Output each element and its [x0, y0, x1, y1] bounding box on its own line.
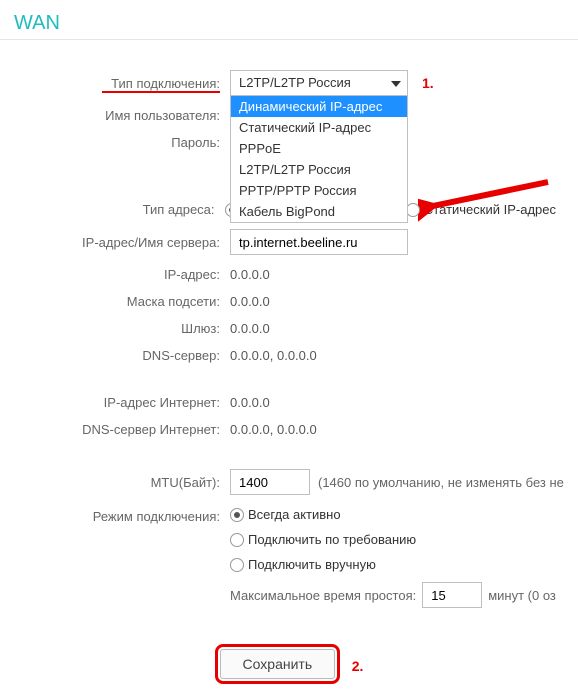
option-bigpond[interactable]: Кабель BigPond [231, 201, 407, 222]
option-l2tp[interactable]: L2TP/L2TP Россия [231, 159, 407, 180]
server-label: IP-адрес/Имя сервера: [10, 235, 230, 250]
ip-inet-value: 0.0.0.0 [230, 395, 568, 410]
mode-label: Режим подключения: [10, 507, 230, 524]
ip-row: IP-адрес: 0.0.0.0 [10, 267, 568, 282]
annotation-outline: Сохранить [215, 644, 341, 684]
radio-mode-manual[interactable]: Подключить вручную [230, 557, 376, 572]
option-pptp[interactable]: PPTP/PPTP Россия [231, 180, 407, 201]
mode-row: Режим подключения: Всегда активно Подклю… [10, 507, 568, 608]
connection-type-label: Тип подключения: [10, 76, 230, 91]
mtu-label: MTU(Байт): [10, 475, 230, 490]
ip-label: IP-адрес: [10, 267, 230, 282]
mtu-row: MTU(Байт): (1460 по умолчанию, не изменя… [10, 469, 568, 495]
radio-static-ip-label: Статический IP-адрес [424, 202, 556, 217]
page-title: WAN [0, 0, 578, 39]
radio-mode-ondemand-label: Подключить по требованию [248, 532, 416, 547]
radio-mode-always[interactable]: Всегда активно [230, 507, 341, 522]
option-dynamic-ip[interactable]: Динамический IP-адрес [231, 96, 407, 117]
idle-input[interactable] [422, 582, 482, 608]
wan-form: Тип подключения: L2TP/L2TP Россия Динами… [0, 70, 578, 608]
radio-icon [230, 558, 244, 572]
radio-icon [230, 533, 244, 547]
password-label: Пароль: [10, 135, 230, 150]
option-static-ip[interactable]: Статический IP-адрес [231, 117, 407, 138]
mask-value: 0.0.0.0 [230, 294, 568, 309]
idle-row: Максимальное время простоя: минут (0 оз [230, 582, 556, 608]
server-input[interactable] [230, 229, 408, 255]
save-button[interactable]: Сохранить [220, 649, 336, 679]
dns-row: DNS-сервер: 0.0.0.0, 0.0.0.0 [10, 348, 568, 363]
divider [0, 39, 578, 40]
radio-mode-always-label: Всегда активно [248, 507, 341, 522]
radio-mode-manual-label: Подключить вручную [248, 557, 376, 572]
gateway-label: Шлюз: [10, 321, 230, 336]
idle-suffix: минут (0 оз [488, 588, 556, 603]
ip-inet-label: IP-адрес Интернет: [10, 395, 230, 410]
ip-value: 0.0.0.0 [230, 267, 568, 282]
annotation-step-2: 2. [352, 658, 364, 674]
dns-inet-label: DNS-сервер Интернет: [10, 422, 230, 437]
connection-type-selected[interactable]: L2TP/L2TP Россия [230, 70, 408, 96]
gateway-row: Шлюз: 0.0.0.0 [10, 321, 568, 336]
connection-type-row: Тип подключения: L2TP/L2TP Россия Динами… [10, 70, 568, 96]
dns-value: 0.0.0.0, 0.0.0.0 [230, 348, 568, 363]
mask-label: Маска подсети: [10, 294, 230, 309]
connection-type-dropdown: Динамический IP-адрес Статический IP-адр… [230, 95, 408, 223]
server-row: IP-адрес/Имя сервера: [10, 229, 568, 255]
radio-icon [230, 508, 244, 522]
gateway-value: 0.0.0.0 [230, 321, 568, 336]
username-label: Имя пользователя: [10, 108, 230, 123]
address-type-label: Тип адреса: [10, 202, 225, 217]
radio-icon [406, 203, 420, 217]
radio-mode-ondemand[interactable]: Подключить по требованию [230, 532, 416, 547]
dns-inet-row: DNS-сервер Интернет: 0.0.0.0, 0.0.0.0 [10, 422, 568, 437]
mask-row: Маска подсети: 0.0.0.0 [10, 294, 568, 309]
mtu-input[interactable] [230, 469, 310, 495]
ip-inet-row: IP-адрес Интернет: 0.0.0.0 [10, 395, 568, 410]
radio-static-ip[interactable]: Статический IP-адрес [406, 202, 556, 217]
dns-label: DNS-сервер: [10, 348, 230, 363]
idle-label: Максимальное время простоя: [230, 588, 416, 603]
connection-type-select[interactable]: L2TP/L2TP Россия Динамический IP-адрес С… [230, 70, 408, 96]
mtu-helper: (1460 по умолчанию, не изменять без не [318, 475, 564, 490]
footer: Сохранить 2. [0, 620, 578, 694]
dns-inet-value: 0.0.0.0, 0.0.0.0 [230, 422, 568, 437]
option-pppoe[interactable]: PPPoE [231, 138, 407, 159]
annotation-step-1: 1. [422, 75, 434, 91]
